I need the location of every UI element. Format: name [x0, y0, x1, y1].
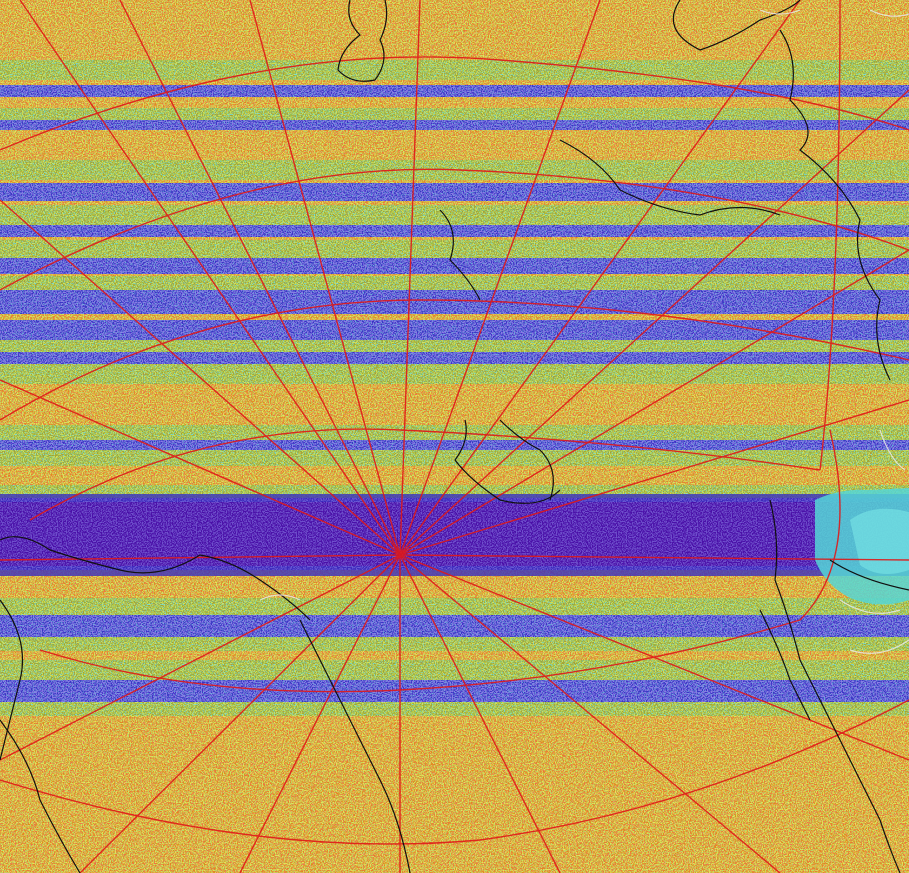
- map-canvas: [0, 0, 909, 873]
- satellite-map: [0, 0, 909, 873]
- deep-blue-swath: [0, 494, 909, 576]
